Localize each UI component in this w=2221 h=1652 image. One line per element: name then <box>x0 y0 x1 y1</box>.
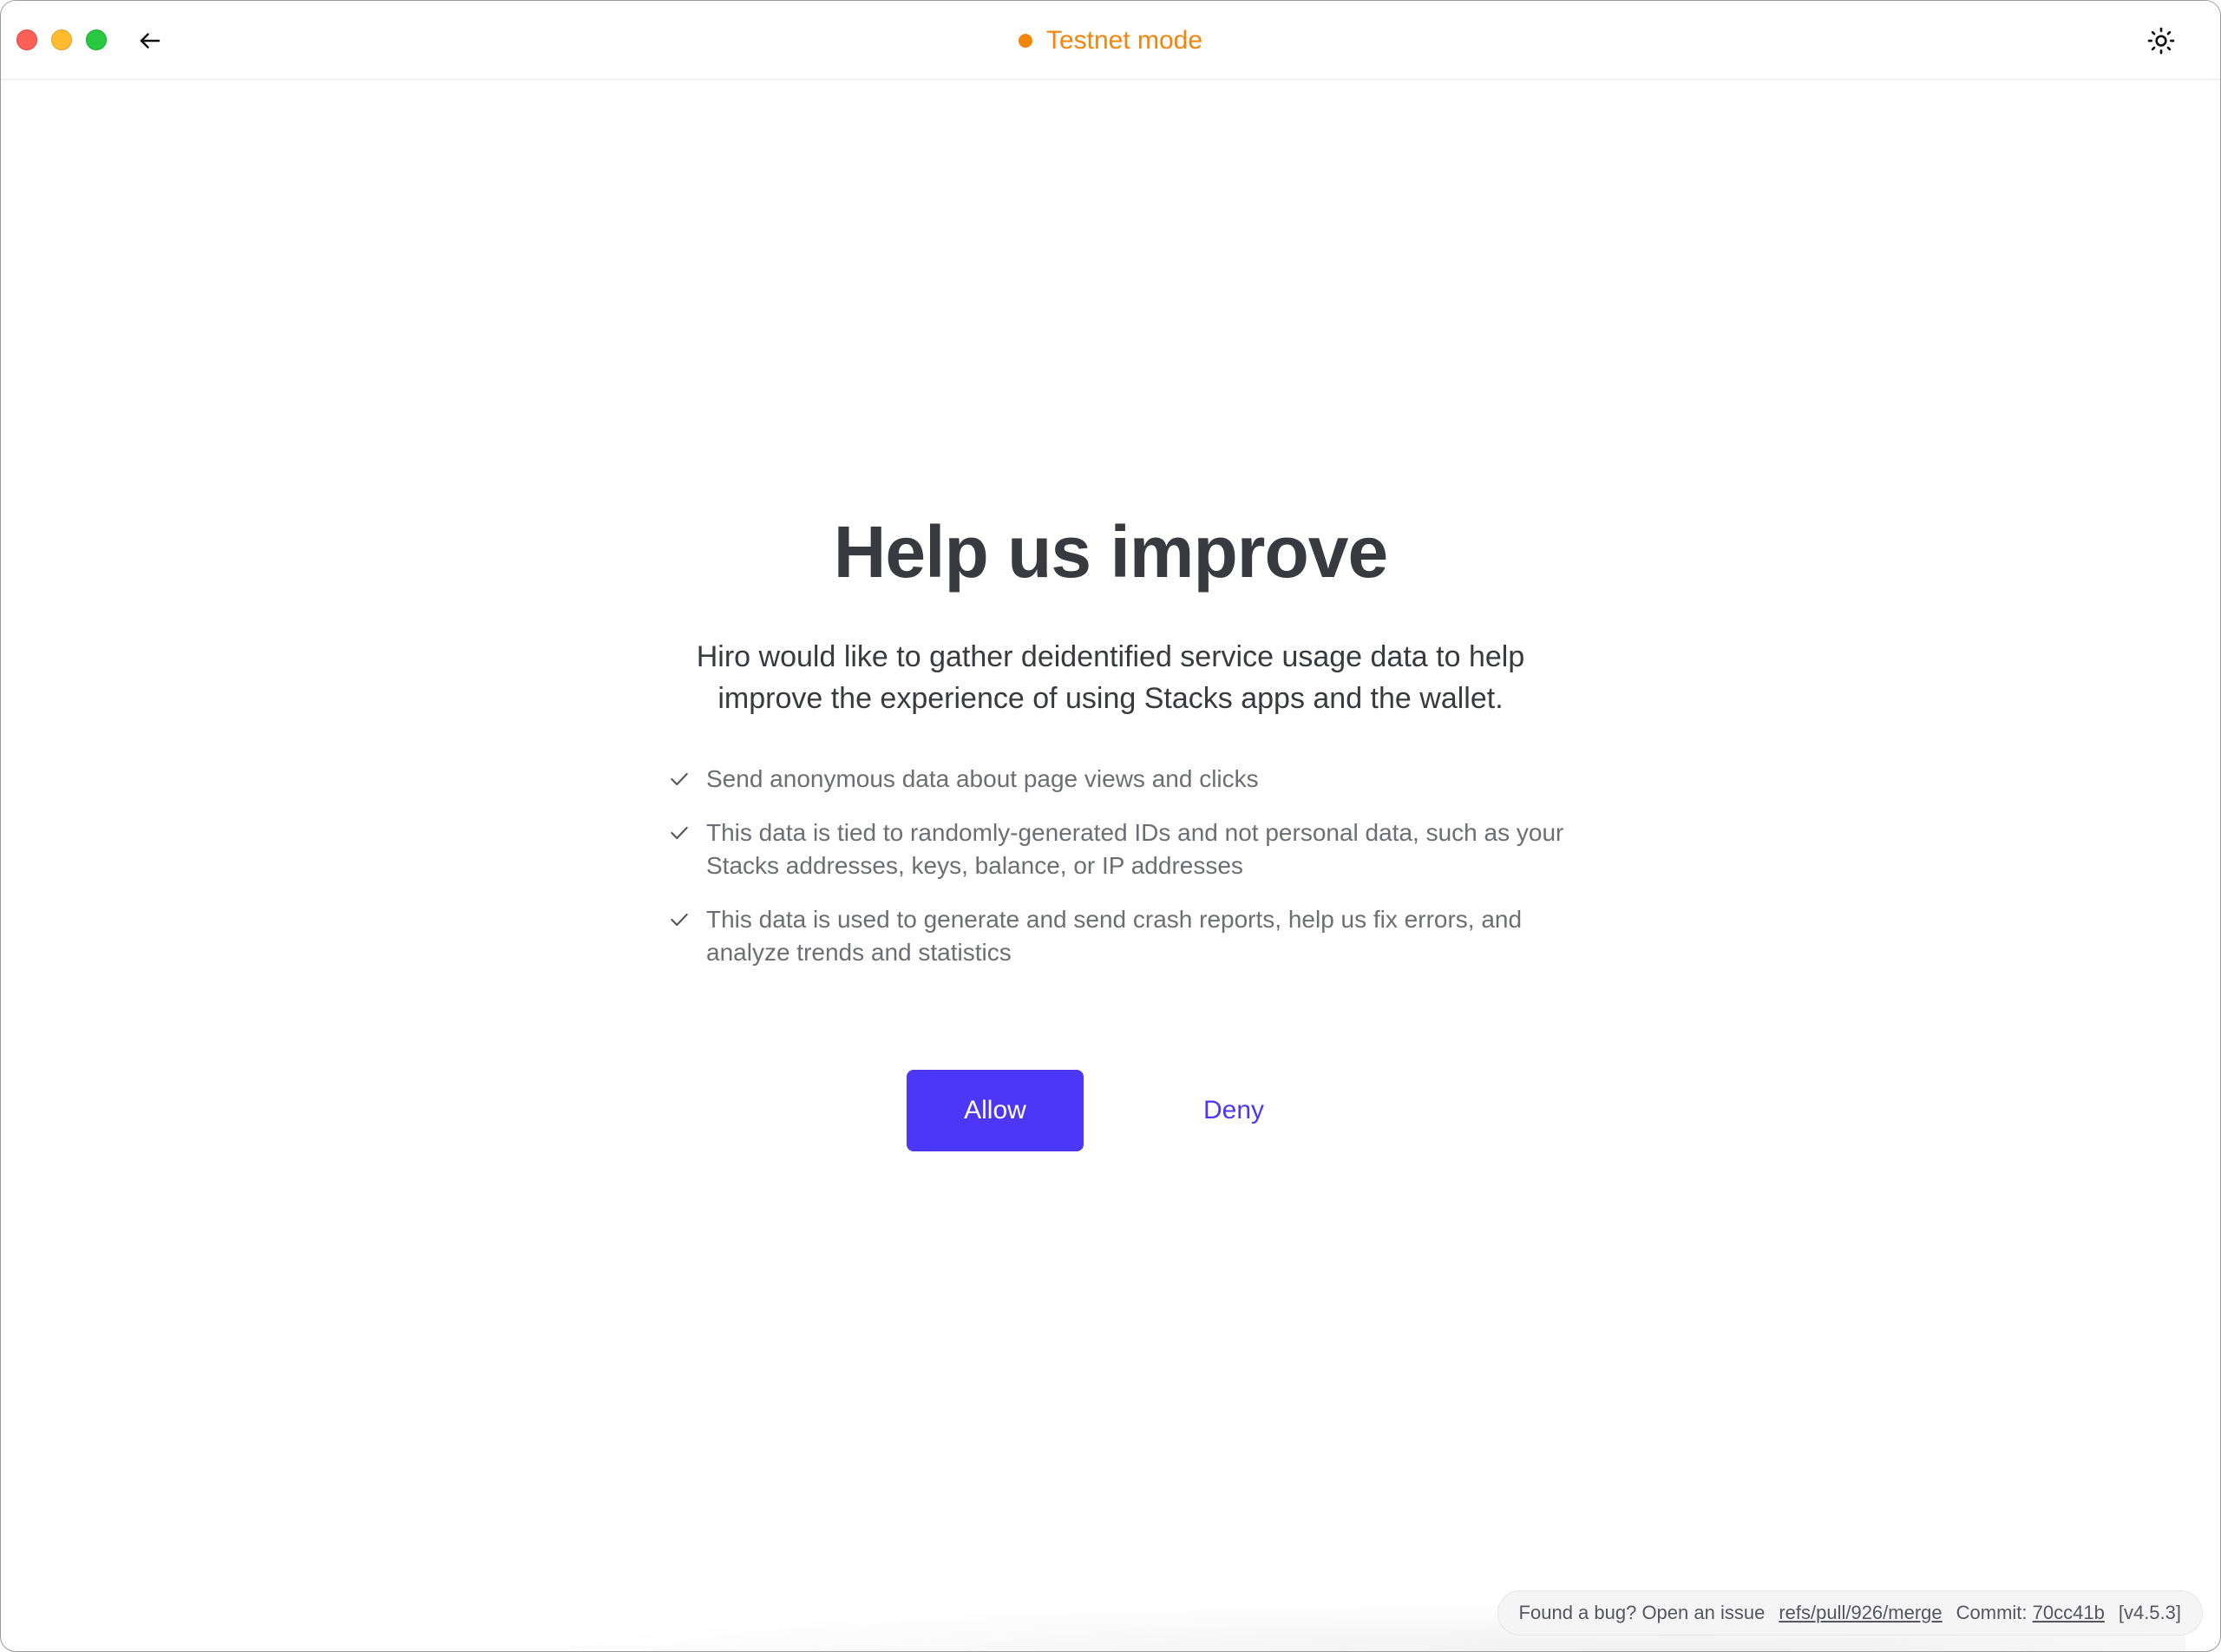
title-bar: Testnet mode <box>1 1 2220 80</box>
consent-actions: Allow Deny <box>906 1070 1288 1151</box>
check-icon <box>671 913 688 927</box>
app-window: Testnet mode Help us improve Hiro would … <box>0 0 2221 1652</box>
page-title: Help us improve <box>833 511 1389 593</box>
list-item-text: Send anonymous data about page views and… <box>706 765 1259 792</box>
list-item: This data is tied to randomly-generated … <box>668 816 1570 882</box>
commit-link[interactable]: 70cc41b <box>2033 1602 2105 1623</box>
check-icon <box>671 826 688 840</box>
version-label: [v4.5.3] <box>2118 1602 2181 1623</box>
data-usage-list: Send anonymous data about page views and… <box>668 763 1570 990</box>
check-icon <box>671 772 688 786</box>
commit-group: Commit: 70cc41b <box>1956 1602 2105 1624</box>
list-item-text: This data is tied to randomly-generated … <box>706 819 1564 879</box>
network-label: Testnet mode <box>1045 26 1203 55</box>
theme-toggle-button[interactable] <box>2144 23 2178 58</box>
deny-button[interactable]: Deny <box>1179 1078 1288 1143</box>
bug-report-link[interactable]: Found a bug? Open an issue <box>1519 1602 1766 1624</box>
list-item: This data is used to generate and send c… <box>668 903 1570 969</box>
commit-label: Commit: <box>1956 1602 2028 1623</box>
sun-icon <box>2147 27 2175 55</box>
intro-text: Hiro would like to gather deidentified s… <box>696 640 1525 715</box>
allow-button[interactable]: Allow <box>906 1070 1084 1151</box>
list-item-text: This data is used to generate and send c… <box>706 906 1523 966</box>
list-item: Send anonymous data about page views and… <box>668 763 1570 796</box>
branch-link[interactable]: refs/pull/926/merge <box>1779 1602 1942 1624</box>
main-content: Help us improve Hiro would like to gathe… <box>1 504 2220 1151</box>
network-status-dot <box>1018 34 1032 48</box>
build-info-footer: Found a bug? Open an issue refs/pull/926… <box>1497 1590 2203 1636</box>
network-indicator[interactable]: Testnet mode <box>1 25 2220 56</box>
